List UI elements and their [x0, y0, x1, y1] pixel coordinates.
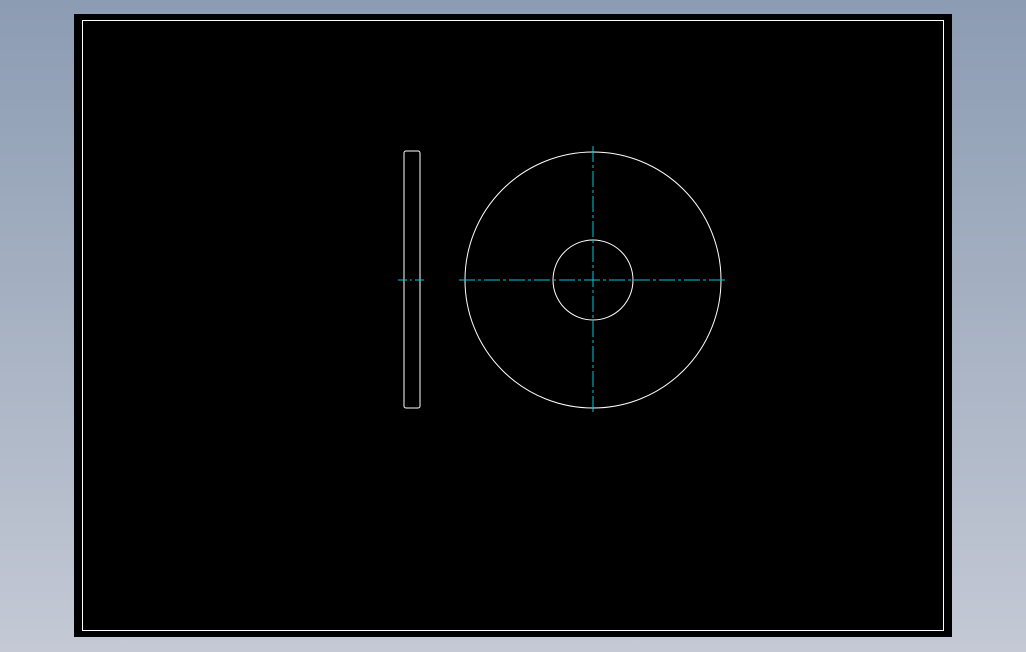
drawing-sheet	[74, 14, 952, 637]
sheet-border	[82, 20, 944, 631]
drawing-canvas	[82, 20, 944, 631]
